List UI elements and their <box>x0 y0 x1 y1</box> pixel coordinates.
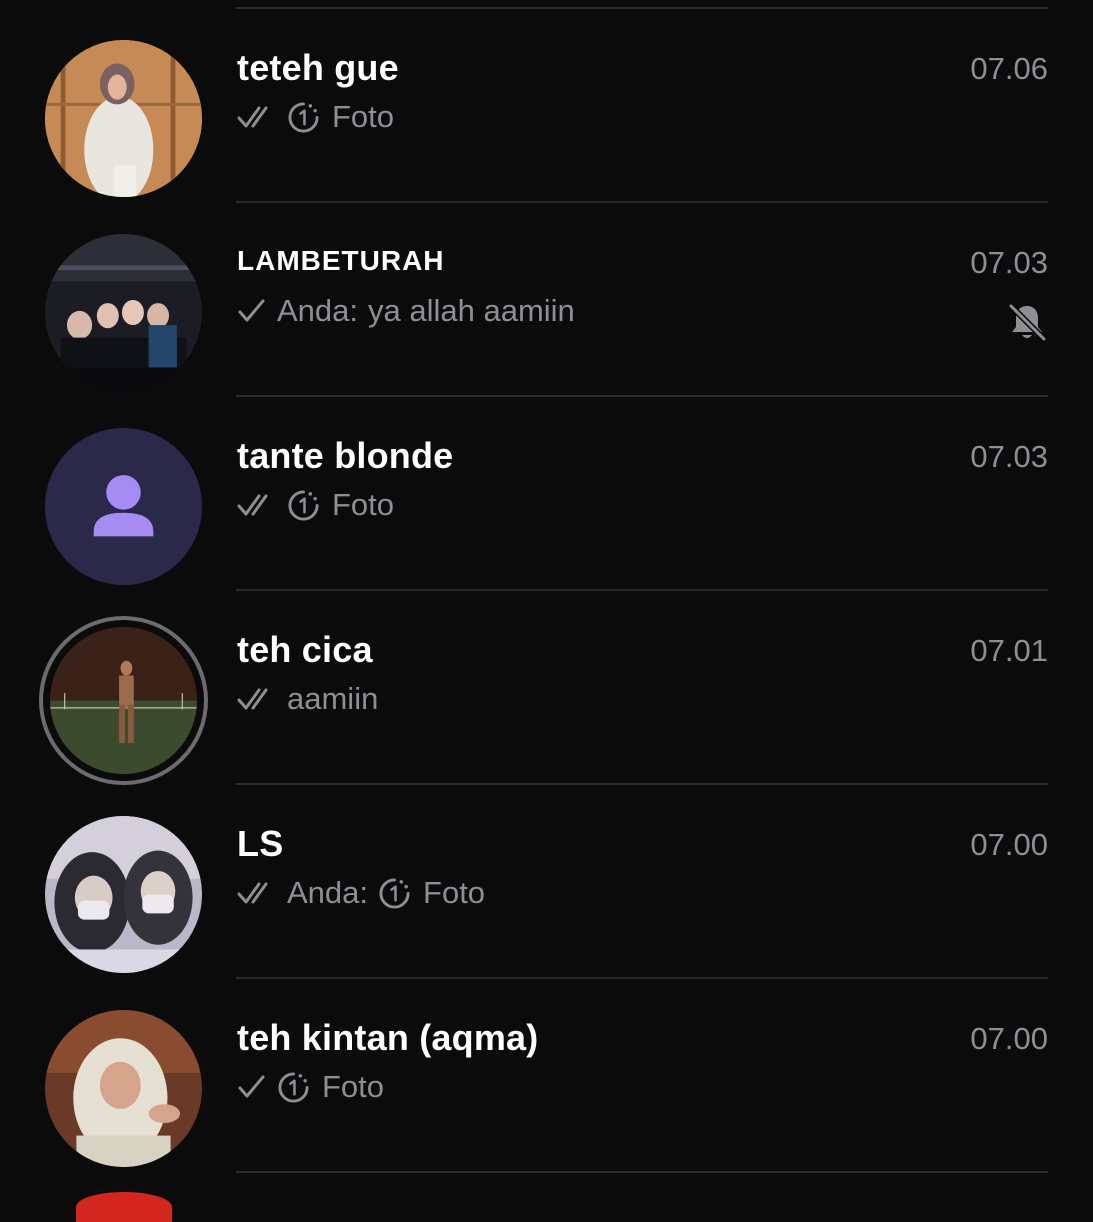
avatar-status-ring[interactable] <box>39 616 208 785</box>
avatar-photo <box>45 1010 202 1167</box>
chat-name: LAMBETURAH <box>237 245 445 276</box>
avatar-photo <box>45 234 202 391</box>
chat-name: LS <box>237 823 284 864</box>
chat-name: tante blonde <box>237 435 454 476</box>
chat-name: teteh gue <box>237 47 399 88</box>
double-check-icon <box>237 494 268 516</box>
avatar-photo <box>50 627 197 774</box>
view-once-icon <box>278 1071 309 1103</box>
chat-row-teteh-gue[interactable]: teteh gue 07.06 Foto <box>0 9 1093 203</box>
chat-time: 07.03 <box>970 245 1048 280</box>
chat-row-teh-kintan[interactable]: teh kintan (aqma) 07.00 Foto <box>0 979 1093 1173</box>
chat-time: 07.03 <box>970 439 1048 474</box>
chat-preview: Foto <box>237 485 394 525</box>
chat-row-teh-cica[interactable]: teh cica 07.01 aamiin <box>0 591 1093 785</box>
chat-name: teh kintan (aqma) <box>237 1017 539 1058</box>
avatar-photo <box>45 40 202 197</box>
double-check-icon <box>237 882 268 904</box>
chat-preview: Anda: ya allah aamiin <box>237 291 575 331</box>
avatar[interactable] <box>45 1010 202 1167</box>
avatar <box>50 627 197 774</box>
chat-preview: Anda: Foto <box>237 873 485 913</box>
chat-time: 07.06 <box>970 51 1048 86</box>
avatar[interactable] <box>45 428 202 585</box>
preview-text: aamiin <box>287 681 379 716</box>
avatar[interactable] <box>45 234 202 391</box>
chat-time: 07.00 <box>970 827 1048 862</box>
preview-text: Foto <box>322 1069 385 1104</box>
chat-preview: aamiin <box>237 679 378 719</box>
preview-sender: Anda: <box>277 293 359 328</box>
view-once-icon <box>379 877 410 909</box>
avatar[interactable] <box>45 816 202 973</box>
chat-preview: Foto <box>237 97 394 137</box>
chat-time: 07.01 <box>970 633 1048 668</box>
chat-list: teteh gue 07.06 Foto LAMBETURAH 07.03 An… <box>0 0 1093 1222</box>
preview-text: Foto <box>332 99 395 134</box>
avatar-photo <box>45 816 202 973</box>
next-avatar-partial <box>76 1192 172 1222</box>
preview-sender: Anda: <box>287 875 369 910</box>
double-check-icon <box>237 106 268 128</box>
chat-row-tante-blonde[interactable]: tante blonde 07.03 Foto <box>0 397 1093 591</box>
preview-text: Foto <box>332 487 395 522</box>
default-person-icon <box>45 428 202 585</box>
avatar[interactable] <box>45 40 202 197</box>
muted-bell-icon <box>1008 303 1047 342</box>
chat-time: 07.00 <box>970 1021 1048 1056</box>
preview-text: Foto <box>423 875 486 910</box>
view-once-icon <box>288 101 319 133</box>
chat-preview: Foto <box>237 1067 384 1107</box>
double-check-icon <box>237 688 268 710</box>
chat-name: teh cica <box>237 629 373 670</box>
divider <box>236 1171 1048 1173</box>
view-once-icon <box>288 489 319 521</box>
single-check-icon <box>238 299 265 322</box>
chat-row-lambeturah[interactable]: LAMBETURAH 07.03 Anda: ya allah aamiin <box>0 203 1093 397</box>
preview-text: ya allah aamiin <box>368 293 575 328</box>
chat-row-ls[interactable]: LS 07.00 Anda: Foto <box>0 785 1093 979</box>
single-check-icon <box>238 1075 265 1098</box>
